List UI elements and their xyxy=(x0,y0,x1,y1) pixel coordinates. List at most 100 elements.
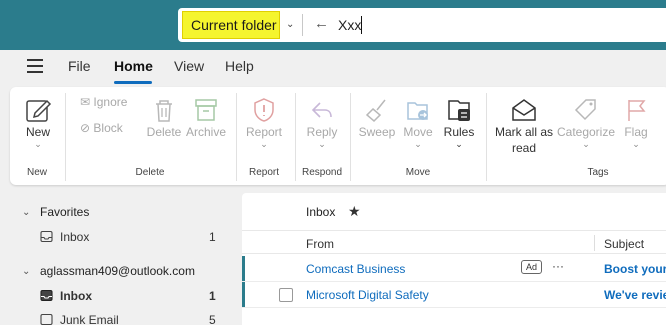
junk-email-folder[interactable]: Junk Email 5 xyxy=(0,308,235,325)
rules-label: Rules xyxy=(443,125,475,139)
column-subject[interactable]: Subject xyxy=(604,237,644,251)
inbox-icon xyxy=(40,289,53,302)
column-header-row: From Subject xyxy=(242,230,666,254)
report-button[interactable]: Report ⌄ xyxy=(242,95,286,150)
column-from[interactable]: From xyxy=(306,237,334,251)
rules-button[interactable]: Rules ⌄ xyxy=(440,95,478,150)
chevron-down-icon: ⌄ xyxy=(582,139,590,149)
sweep-label: Sweep xyxy=(358,125,396,139)
reply-label: Reply xyxy=(306,125,338,139)
move-button[interactable]: Move ⌄ xyxy=(398,95,438,150)
new-button[interactable]: New ⌄ xyxy=(18,95,58,150)
tag-icon xyxy=(574,99,596,121)
block-label: Block xyxy=(93,121,123,135)
ignore-icon: ✉ xyxy=(80,95,91,109)
group-label-tags: Tags xyxy=(587,167,609,178)
mark-all-read-button[interactable]: Mark all as read xyxy=(494,95,554,155)
account-inbox[interactable]: Inbox 1 xyxy=(0,284,235,308)
account-header[interactable]: ⌄ aglassman409@outlook.com xyxy=(0,259,235,283)
move-label: Move xyxy=(403,125,433,139)
unread-indicator xyxy=(242,282,245,307)
message-row[interactable]: Microsoft Digital Safety We've reviev xyxy=(242,282,666,308)
hamburger-menu-icon[interactable] xyxy=(27,59,43,73)
inbox-icon xyxy=(40,230,53,243)
divider xyxy=(350,93,351,181)
chevron-down-icon: ⌄ xyxy=(286,19,295,30)
search-scope-dropdown[interactable]: Current folder ⌄ xyxy=(182,11,300,39)
message-sender: Comcast Business xyxy=(306,262,406,276)
reply-arrow-icon xyxy=(311,102,332,118)
ignore-button[interactable]: ✉ Ignore xyxy=(80,95,142,109)
tab-view[interactable]: View xyxy=(174,58,204,74)
divider xyxy=(302,14,303,36)
message-subject: Boost your I xyxy=(604,262,666,276)
group-label-new: New xyxy=(26,167,47,178)
sweep-button[interactable]: Sweep xyxy=(356,95,398,139)
account-email: aglassman409@outlook.com xyxy=(40,264,195,278)
back-arrow-icon[interactable]: ← xyxy=(314,15,329,32)
mark-all-read-label-2: read xyxy=(511,141,537,155)
trash-icon xyxy=(156,100,172,122)
search-box[interactable]: Current folder ⌄ ← Xxx xyxy=(178,8,666,42)
message-checkbox[interactable] xyxy=(279,288,293,302)
reply-button[interactable]: Reply ⌄ xyxy=(302,95,342,150)
junk-icon xyxy=(40,313,53,325)
chevron-down-icon: ⌄ xyxy=(22,265,31,277)
divider xyxy=(295,93,296,181)
delete-label: Delete xyxy=(146,125,182,139)
tab-home[interactable]: Home xyxy=(114,58,153,74)
delete-button[interactable]: Delete xyxy=(144,95,184,139)
divider xyxy=(65,93,66,181)
chevron-down-icon: ⌄ xyxy=(318,139,326,149)
message-row[interactable]: Comcast Business Ad ··· Boost your I xyxy=(242,256,666,282)
archive-label: Archive xyxy=(185,125,226,139)
divider xyxy=(236,93,237,181)
star-icon[interactable]: ★ xyxy=(348,203,361,220)
new-mail-icon xyxy=(26,99,52,122)
menu-bar: File Home View Help xyxy=(0,50,666,86)
favorites-inbox[interactable]: Inbox 1 xyxy=(0,225,235,249)
chevron-down-icon: ⌄ xyxy=(22,206,31,218)
flag-button[interactable]: Flag ⌄ xyxy=(618,95,654,150)
chevron-down-icon: ⌄ xyxy=(632,139,640,149)
chevron-down-icon: ⌄ xyxy=(455,139,463,149)
message-list: Inbox ★ From Subject Comcast Business Ad… xyxy=(242,193,666,325)
group-label-move: Move xyxy=(405,167,431,178)
group-label-report: Report xyxy=(248,167,279,178)
chevron-down-icon: ⌄ xyxy=(34,139,42,149)
rules-icon xyxy=(448,100,470,121)
more-options-icon[interactable]: ··· xyxy=(552,259,564,273)
group-label-delete: Delete xyxy=(135,167,165,178)
ribbon: New ⌄ New ✉ Ignore ⊘ Block Delete Archiv… xyxy=(10,87,666,185)
envelope-open-icon xyxy=(512,99,536,121)
unread-indicator xyxy=(242,256,245,281)
tab-file[interactable]: File xyxy=(68,58,91,74)
flag-icon xyxy=(628,100,646,121)
search-scope-label: Current folder xyxy=(191,17,277,33)
ignore-label: Ignore xyxy=(93,95,128,109)
categorize-button[interactable]: Categorize ⌄ xyxy=(556,95,616,150)
top-bar: Current folder ⌄ ← Xxx xyxy=(0,0,666,50)
chevron-down-icon: ⌄ xyxy=(414,139,422,149)
favorites-inbox-count: 1 xyxy=(209,230,216,244)
mark-all-read-label-1: Mark all as xyxy=(494,125,553,139)
folder-pane: ⌄ Favorites Inbox 1 ⌄ aglassman409@outlo… xyxy=(0,193,235,325)
new-label: New xyxy=(25,125,50,139)
ad-badge: Ad xyxy=(521,260,543,274)
chevron-down-icon: ⌄ xyxy=(260,139,268,149)
folder-move-icon xyxy=(407,102,428,120)
account-inbox-count: 1 xyxy=(209,289,216,303)
tab-help[interactable]: Help xyxy=(225,58,254,74)
block-button[interactable]: ⊘ Block xyxy=(80,121,142,135)
group-label-respond: Respond xyxy=(301,167,343,178)
flag-label: Flag xyxy=(624,125,648,139)
text-caret xyxy=(361,16,362,34)
favorites-inbox-label: Inbox xyxy=(60,230,90,244)
shield-warning-icon xyxy=(254,98,274,122)
block-icon: ⊘ xyxy=(80,121,91,135)
categorize-label: Categorize xyxy=(556,125,616,139)
report-label: Report xyxy=(245,125,283,139)
favorites-header[interactable]: ⌄ Favorites xyxy=(0,200,235,224)
search-input[interactable]: Xxx xyxy=(338,17,361,33)
archive-button[interactable]: Archive xyxy=(184,95,228,139)
